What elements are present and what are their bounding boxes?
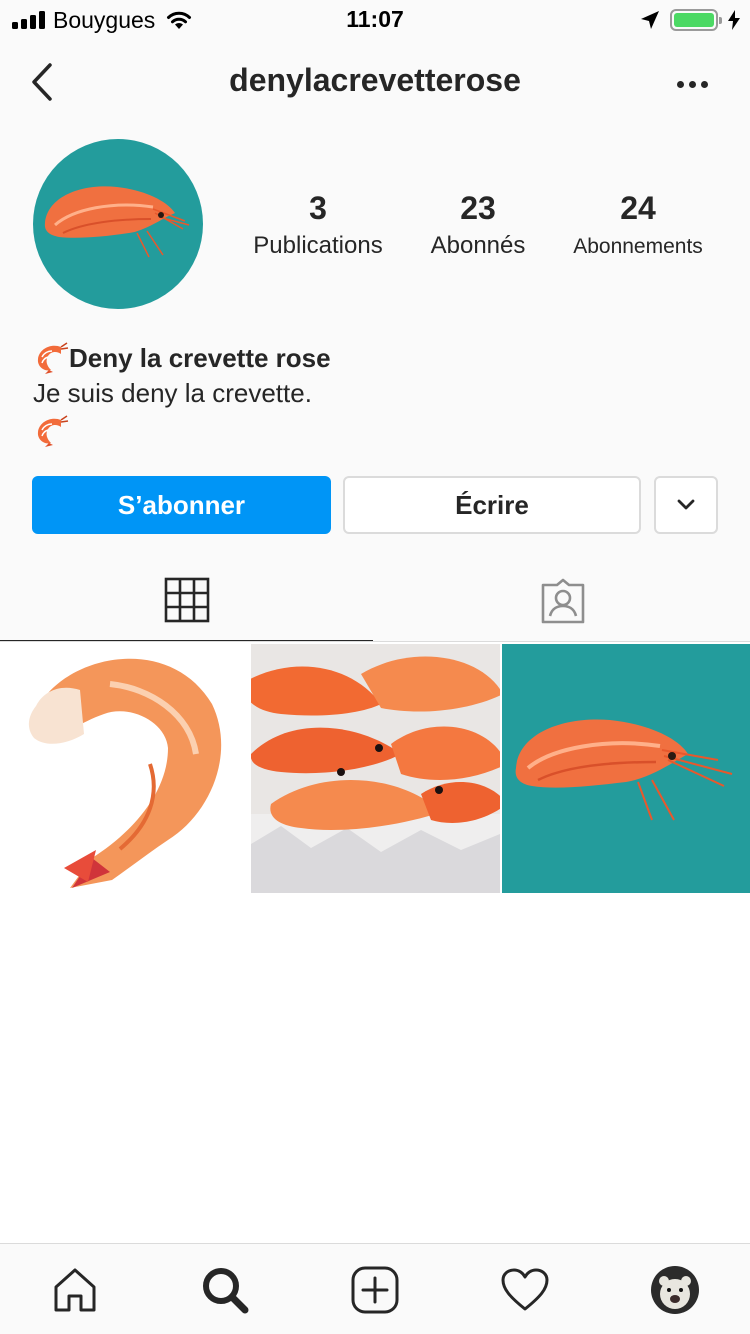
- location-arrow-icon: [641, 11, 659, 29]
- profile-avatar-small: [651, 1266, 699, 1314]
- following-count: 24: [620, 190, 656, 226]
- charging-bolt-icon: [728, 10, 740, 30]
- posts-count: 3: [309, 190, 327, 226]
- chevron-down-icon: [677, 499, 695, 510]
- more-horizontal-icon: [676, 80, 684, 88]
- shrimp-emoji-icon: [37, 342, 69, 374]
- heart-icon: [501, 1268, 549, 1311]
- status-time: 11:07: [346, 6, 404, 32]
- nav-activity[interactable]: [495, 1262, 555, 1318]
- nav-profile[interactable]: [645, 1262, 705, 1318]
- add-post-icon: [351, 1266, 399, 1314]
- stat-followers[interactable]: 23 Abonnés: [408, 188, 548, 260]
- message-button[interactable]: Écrire: [343, 476, 641, 534]
- tab-tagged[interactable]: [375, 560, 750, 642]
- stat-following[interactable]: 24 Abonnements: [558, 188, 718, 259]
- suggested-accounts-button[interactable]: [654, 476, 718, 534]
- bio-text: Je suis deny la crevette.: [33, 378, 312, 408]
- tabs-divider: [0, 641, 750, 642]
- bottom-nav: [0, 1243, 750, 1334]
- following-label: Abonnements: [573, 235, 703, 258]
- nav-home[interactable]: [45, 1262, 105, 1318]
- shrimp-white-background-photo: [28, 658, 222, 888]
- nav-add-post[interactable]: [345, 1262, 405, 1318]
- shrimp-photo: [44, 186, 190, 258]
- shrimp-teal-background-photo: [515, 719, 733, 821]
- tab-grid[interactable]: [0, 560, 373, 642]
- polar-bear-avatar: [659, 1276, 691, 1309]
- post-thumbnail[interactable]: [0, 644, 249, 893]
- follow-button[interactable]: S’abonner: [32, 476, 331, 534]
- posts-label: Publications: [253, 232, 383, 259]
- shrimp-on-ice-photo: [251, 656, 500, 893]
- battery-fill: [674, 13, 714, 27]
- page-title-username: denylacrevetterose: [229, 62, 521, 98]
- shrimp-emoji-icon: [37, 415, 69, 447]
- home-icon: [54, 1268, 96, 1312]
- followers-count: 23: [460, 190, 496, 226]
- bio-name-row: Deny la crevette rose: [33, 340, 723, 376]
- bio-name: Deny la crevette rose: [69, 342, 331, 373]
- bio-emoji-line: [33, 414, 723, 448]
- post-thumbnail[interactable]: [251, 644, 500, 893]
- battery-icon: [670, 9, 722, 31]
- stat-posts[interactable]: 3 Publications: [238, 188, 398, 260]
- grid-icon: [164, 577, 209, 623]
- status-bar-right: [640, 6, 740, 34]
- post-thumbnail[interactable]: [502, 644, 750, 893]
- profile-bio: Deny la crevette rose Je suis deny la cr…: [33, 340, 723, 448]
- search-icon: [203, 1268, 249, 1314]
- followers-label: Abonnés: [430, 232, 526, 259]
- tagged-user-icon: [541, 578, 584, 624]
- status-bar: Bouygues 11:07: [0, 0, 750, 40]
- nav-search[interactable]: [195, 1262, 255, 1318]
- profile-avatar[interactable]: [33, 139, 203, 309]
- more-options-button[interactable]: [672, 66, 712, 102]
